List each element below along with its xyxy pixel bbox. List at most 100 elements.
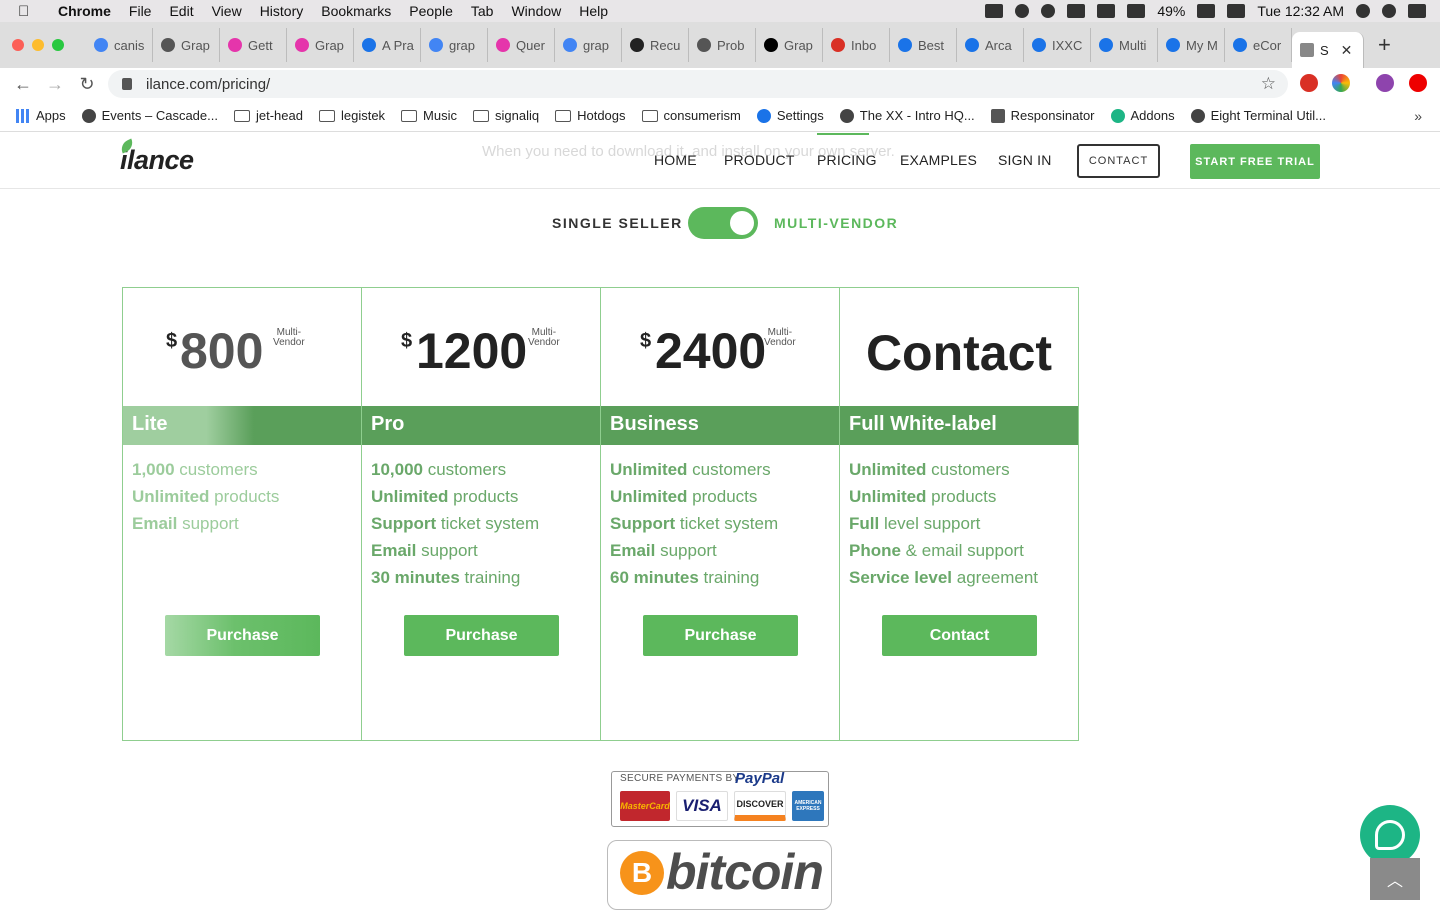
battery-icon[interactable] — [1197, 4, 1216, 18]
tab-title: Best — [918, 37, 945, 53]
browser-tab[interactable]: Inbo — [823, 28, 890, 62]
lock-icon[interactable] — [122, 78, 132, 90]
close-window-icon[interactable] — [12, 39, 24, 51]
site-icon — [81, 108, 96, 123]
browser-tab[interactable]: Prob — [689, 28, 756, 62]
single-seller-label[interactable]: SINGLE SELLER — [552, 215, 683, 231]
bookmark-item[interactable]: Settings — [756, 108, 824, 123]
feature-highlight: 60 minutes — [610, 568, 699, 587]
bookmark-item[interactable]: Music — [401, 108, 457, 123]
nav-examples[interactable]: EXAMPLES — [900, 152, 977, 168]
nav-pricing[interactable]: PRICING — [817, 152, 877, 168]
bookmark-item[interactable]: Hotdogs — [555, 108, 626, 123]
flag-icon[interactable] — [1227, 4, 1246, 18]
price-suffix: Multi- Vendor — [764, 327, 796, 348]
maximize-window-icon[interactable] — [52, 39, 64, 51]
feature-text: customers — [926, 460, 1010, 479]
battery-percent[interactable]: 49% — [1157, 3, 1185, 19]
purchase-button[interactable]: Purchase — [643, 615, 798, 656]
upload-extension-icon[interactable] — [1409, 74, 1427, 92]
live-chat-button[interactable] — [1360, 805, 1420, 865]
browser-tab[interactable]: Grap — [153, 28, 220, 62]
purchase-button[interactable]: Purchase — [165, 615, 320, 656]
menu-help[interactable]: Help — [579, 3, 608, 19]
browser-tab[interactable]: Recu — [622, 28, 689, 62]
nav-sign-in[interactable]: SIGN IN — [998, 152, 1052, 168]
browser-tab[interactable]: IXXC — [1024, 28, 1091, 62]
keyboard-icon[interactable] — [1067, 4, 1086, 18]
bookmark-item[interactable]: Addons — [1110, 108, 1175, 123]
color-extension-icon[interactable] — [1332, 74, 1350, 92]
start-free-trial-button[interactable]: START FREE TRIAL — [1190, 144, 1320, 179]
back-icon[interactable]: ← — [14, 74, 32, 95]
bookmark-item[interactable]: The XX - Intro HQ... — [839, 108, 975, 123]
site-logo[interactable]: ilance — [118, 138, 194, 176]
menu-view[interactable]: View — [212, 3, 242, 19]
bookmark-item[interactable]: Eight Terminal Util... — [1190, 108, 1326, 123]
bookmark-item[interactable]: signaliq — [473, 108, 539, 123]
browser-tab[interactable]: Best — [890, 28, 957, 62]
menu-file[interactable]: File — [129, 3, 152, 19]
clock[interactable]: Tue 12:32 AM — [1257, 3, 1344, 19]
volume-icon[interactable] — [1127, 4, 1146, 18]
multi-vendor-label[interactable]: MULTI-VENDOR — [774, 215, 898, 231]
browser-tab[interactable]: Quer — [488, 28, 555, 62]
bookmark-item[interactable]: consumerism — [641, 108, 741, 123]
menu-window[interactable]: Window — [511, 3, 561, 19]
bookmark-star-icon[interactable]: ☆ — [1261, 74, 1276, 94]
menu-app-name[interactable]: Chrome — [58, 3, 111, 19]
browser-tab[interactable]: Arca — [957, 28, 1024, 62]
browser-tab[interactable]: Grap — [756, 28, 823, 62]
seller-mode-toggle[interactable] — [688, 207, 758, 239]
new-tab-icon[interactable]: + — [1378, 32, 1391, 58]
adblock-extension-icon[interactable] — [1300, 74, 1318, 92]
menu-bookmarks[interactable]: Bookmarks — [321, 3, 391, 19]
address-bar[interactable]: ilance.com/pricing/ ☆ — [108, 70, 1288, 98]
spotlight-search-icon[interactable] — [1356, 4, 1370, 18]
browser-tab[interactable]: My M — [1158, 28, 1225, 62]
bookmark-item[interactable]: legistek — [318, 108, 385, 123]
nav-home[interactable]: HOME — [654, 152, 697, 168]
eye-glasses-icon[interactable] — [985, 4, 1004, 18]
notification-center-icon[interactable] — [1408, 4, 1426, 18]
browser-tab[interactable]: Grap — [287, 28, 354, 62]
do-not-disturb-icon[interactable] — [1015, 4, 1030, 18]
bookmark-item[interactable]: jet-head — [233, 108, 303, 123]
purchase-button[interactable]: Purchase — [404, 615, 559, 656]
tab-title: Arca — [985, 37, 1012, 53]
apple-menu-icon[interactable]:  — [18, 3, 42, 20]
scroll-to-top-button[interactable]: ︿ — [1370, 858, 1420, 900]
bookmark-item[interactable]: Events – Cascade... — [81, 108, 218, 123]
wifi-icon[interactable] — [1097, 4, 1116, 18]
siri-icon[interactable] — [1382, 4, 1396, 18]
close-tab-icon[interactable]: ✕ — [1341, 42, 1353, 59]
browser-tab[interactable]: Gett — [220, 28, 287, 62]
time-machine-icon[interactable] — [1041, 4, 1056, 18]
browser-tab[interactable]: grap — [421, 28, 488, 62]
tab-favicon-icon — [1032, 38, 1046, 52]
more-bookmarks-icon[interactable]: » — [1414, 108, 1422, 124]
bookmark-item[interactable]: Responsinator — [990, 108, 1095, 123]
url-text[interactable]: ilance.com/pricing/ — [146, 76, 270, 93]
profile-avatar-icon[interactable] — [1376, 74, 1394, 92]
minimize-window-icon[interactable] — [32, 39, 44, 51]
nav-product[interactable]: PRODUCT — [724, 152, 795, 168]
forward-icon[interactable]: → — [46, 74, 64, 95]
menu-history[interactable]: History — [260, 3, 304, 19]
browser-tab[interactable]: A Pra — [354, 28, 421, 62]
browser-toolbar: ← → ↻ ilance.com/pricing/ ☆ — [0, 68, 1440, 100]
menu-people[interactable]: People — [409, 3, 453, 19]
contact-sales-button[interactable]: Contact — [882, 615, 1037, 656]
browser-tab[interactable]: Multi — [1091, 28, 1158, 62]
menu-tab[interactable]: Tab — [471, 3, 494, 19]
contact-button[interactable]: CONTACT — [1077, 144, 1160, 178]
feature-item: Unlimited products — [371, 483, 539, 510]
plan-name: Business — [601, 406, 839, 445]
reload-icon[interactable]: ↻ — [78, 74, 96, 95]
browser-tab[interactable]: canis — [86, 28, 153, 62]
menu-edit[interactable]: Edit — [169, 3, 193, 19]
bookmark-item[interactable]: Apps — [16, 108, 66, 123]
browser-tab[interactable]: grap — [555, 28, 622, 62]
tab-active[interactable]: S ✕ — [1292, 32, 1364, 68]
browser-tab[interactable]: eCor — [1225, 28, 1292, 62]
